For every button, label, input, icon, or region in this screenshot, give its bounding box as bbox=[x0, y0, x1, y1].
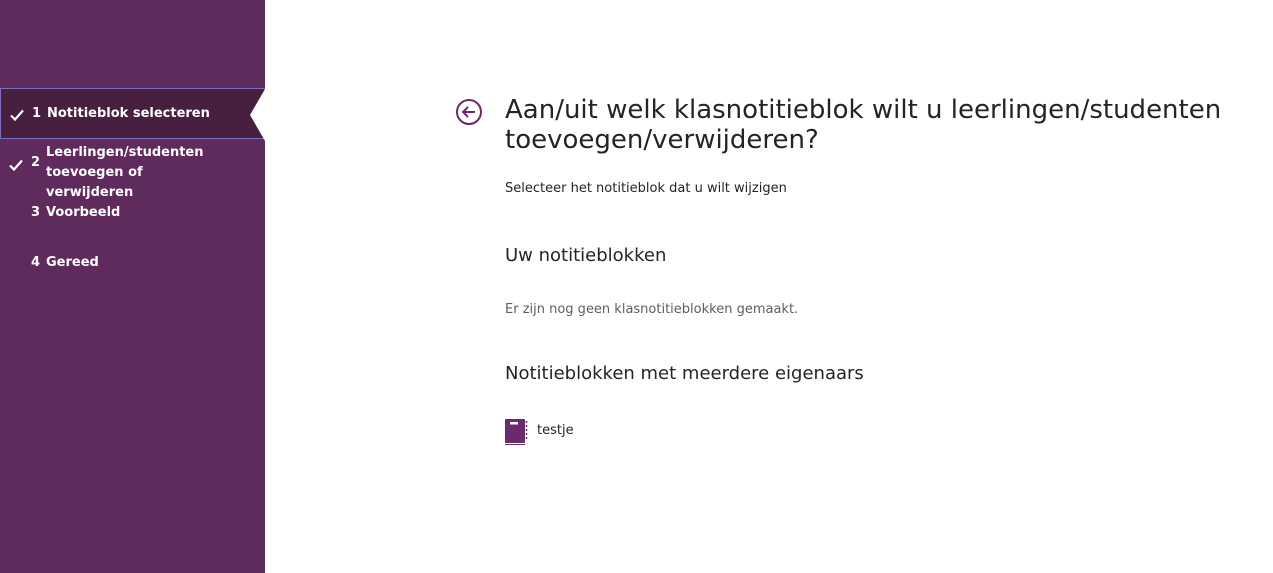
checkmark-icon bbox=[9, 159, 23, 172]
notebook-icon bbox=[505, 419, 528, 445]
page-subtitle: Selecteer het notitieblok dat u wilt wij… bbox=[505, 181, 787, 196]
arrow-left-circle-icon[interactable] bbox=[455, 98, 483, 126]
step-number: 1 bbox=[32, 106, 42, 121]
step-number: 4 bbox=[31, 255, 41, 270]
step-add-remove-students[interactable]: 2 Leerlingen/studenten toevoegen of verw… bbox=[0, 143, 265, 200]
step-number: 3 bbox=[31, 205, 41, 220]
wizard-sidebar: 1 Notitieblok selecteren 2 Leerlingen/st… bbox=[0, 0, 265, 573]
step-label: Leerlingen/studenten toevoegen of verwij… bbox=[46, 145, 204, 200]
own-notebooks-heading: Uw notitieblokken bbox=[505, 245, 667, 266]
shared-notebooks-heading: Notitieblokken met meerdere eigenaars bbox=[505, 363, 864, 384]
checkmark-icon bbox=[10, 109, 24, 122]
step-preview[interactable]: 3 Voorbeeld bbox=[0, 203, 265, 225]
notebook-item[interactable]: testje bbox=[505, 418, 705, 446]
page-title: Aan/uit welk klasnotitieblok wilt u leer… bbox=[505, 95, 1222, 155]
step-select-notebook[interactable]: 1 Notitieblok selecteren bbox=[0, 88, 265, 141]
step-done[interactable]: 4 Gereed bbox=[0, 253, 265, 275]
notebook-label: testje bbox=[537, 423, 574, 438]
active-step-indicator bbox=[250, 89, 265, 141]
step-number: 2 bbox=[31, 155, 41, 170]
step-label: Voorbeeld bbox=[46, 205, 121, 220]
empty-notebooks-message: Er zijn nog geen klasnotitieblokken gema… bbox=[505, 302, 799, 317]
step-label: Notitieblok selecteren bbox=[47, 106, 210, 121]
step-label: Gereed bbox=[46, 255, 99, 270]
